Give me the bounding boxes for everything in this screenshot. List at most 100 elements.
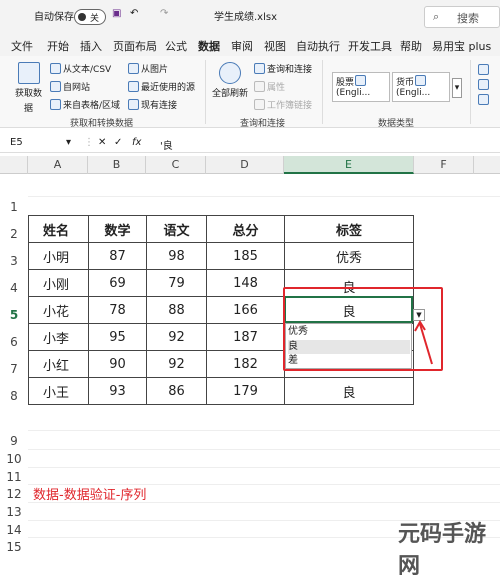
workbook-links-button[interactable]: 工作簿链接 bbox=[254, 98, 312, 111]
row-header-4[interactable]: 4 bbox=[0, 281, 28, 295]
row-header-3[interactable]: 3 bbox=[0, 254, 28, 268]
select-all-corner[interactable] bbox=[0, 156, 28, 174]
row-header-13[interactable]: 13 bbox=[0, 505, 28, 519]
currency-data-type[interactable]: 货币 (Engli... bbox=[392, 72, 450, 102]
header-tag[interactable]: 标签 bbox=[285, 216, 413, 242]
toggle-knob bbox=[78, 13, 86, 21]
cell-chinese[interactable]: 88 bbox=[147, 297, 206, 323]
data-type-more-button[interactable]: ▾ bbox=[452, 78, 462, 98]
more-options-icon[interactable]: ⋮ bbox=[84, 137, 94, 148]
column-header-c[interactable]: C bbox=[146, 156, 206, 174]
row-header-14[interactable]: 14 bbox=[0, 523, 28, 537]
cell-name[interactable]: 小明 bbox=[29, 243, 88, 269]
row-header-12[interactable]: 12 bbox=[0, 487, 28, 501]
properties-icon bbox=[254, 81, 265, 92]
cell-tag[interactable]: 良 bbox=[285, 378, 413, 404]
column-header-a[interactable]: A bbox=[28, 156, 88, 174]
menu-view[interactable]: 视图 bbox=[264, 38, 286, 54]
cell-total[interactable]: 187 bbox=[207, 324, 284, 350]
function-icon[interactable]: fx bbox=[132, 137, 141, 148]
row-header-7[interactable]: 7 bbox=[0, 362, 28, 376]
workbook-links-label: 工作簿链接 bbox=[267, 101, 313, 111]
cell-total[interactable]: 182 bbox=[207, 351, 284, 377]
recent-sources-button[interactable]: 最近使用的源 bbox=[128, 80, 195, 93]
existing-connections-button[interactable]: 现有连接 bbox=[128, 98, 177, 111]
from-picture-button[interactable]: 从图片 bbox=[128, 62, 168, 75]
column-header-b[interactable]: B bbox=[88, 156, 146, 174]
cell-total[interactable]: 179 bbox=[207, 378, 284, 404]
search-box[interactable]: ⌕ 搜索 bbox=[424, 6, 500, 28]
cell-math[interactable]: 95 bbox=[89, 324, 146, 350]
row-header-10[interactable]: 10 bbox=[0, 452, 28, 466]
cell-math[interactable]: 90 bbox=[89, 351, 146, 377]
connection-icon bbox=[128, 99, 139, 110]
column-header-f[interactable]: F bbox=[414, 156, 474, 174]
row-header-1[interactable]: 1 bbox=[0, 200, 28, 214]
formula-content[interactable]: '良 bbox=[160, 137, 173, 152]
menu-review[interactable]: 审阅 bbox=[231, 38, 253, 54]
cell-name[interactable]: 小李 bbox=[29, 324, 88, 350]
autosave-toggle[interactable]: 关 bbox=[74, 9, 106, 25]
menu-automate[interactable]: 自动执行 bbox=[296, 38, 340, 54]
cell-total[interactable]: 166 bbox=[207, 297, 284, 323]
from-text-button[interactable]: 从文本/CSV bbox=[50, 62, 111, 75]
cell-total[interactable]: 185 bbox=[207, 243, 284, 269]
name-box[interactable]: E5 bbox=[10, 137, 23, 148]
name-box-dropdown-icon[interactable]: ▾ bbox=[66, 137, 71, 148]
column-header-e[interactable]: E bbox=[284, 156, 414, 174]
header-total[interactable]: 总分 bbox=[207, 216, 284, 242]
menu-data[interactable]: 数据 bbox=[198, 38, 220, 58]
from-table-button[interactable]: 来自表格/区域 bbox=[50, 98, 120, 111]
database-icon bbox=[17, 62, 40, 84]
cell-chinese[interactable]: 98 bbox=[147, 243, 206, 269]
row-header-5[interactable]: 5 bbox=[0, 308, 28, 322]
row-header-15[interactable]: 15 bbox=[0, 540, 28, 554]
cell-tag[interactable]: 优秀 bbox=[285, 243, 413, 269]
save-icon[interactable]: ▣ bbox=[112, 8, 121, 19]
queries-connections-button[interactable]: 查询和连接 bbox=[254, 62, 312, 75]
refresh-all-button[interactable]: 全部刷新 bbox=[212, 62, 248, 99]
enter-icon[interactable]: ✓ bbox=[114, 137, 122, 148]
menu-yiyongbao[interactable]: 易用宝 plus bbox=[432, 38, 491, 54]
redo-icon[interactable]: ↷ bbox=[160, 8, 168, 19]
cell-math[interactable]: 93 bbox=[89, 378, 146, 404]
cell-chinese[interactable]: 92 bbox=[147, 351, 206, 377]
menu-developer[interactable]: 开发工具 bbox=[348, 38, 392, 54]
row-header-2[interactable]: 2 bbox=[0, 227, 28, 241]
row-header-6[interactable]: 6 bbox=[0, 335, 28, 349]
column-headers: A B C D E F bbox=[0, 156, 500, 174]
from-web-button[interactable]: 自网站 bbox=[50, 80, 90, 93]
sort-filter-tools[interactable] bbox=[478, 64, 489, 105]
cancel-icon[interactable]: ✕ bbox=[98, 137, 106, 148]
properties-button[interactable]: 属性 bbox=[254, 80, 285, 93]
cell-name[interactable]: 小红 bbox=[29, 351, 88, 377]
row-header-8[interactable]: 8 bbox=[0, 389, 28, 403]
header-name[interactable]: 姓名 bbox=[29, 216, 88, 242]
cell-math[interactable]: 78 bbox=[89, 297, 146, 323]
cell-total[interactable]: 148 bbox=[207, 270, 284, 296]
menu-file[interactable]: 文件 bbox=[11, 38, 33, 54]
cell-chinese[interactable]: 79 bbox=[147, 270, 206, 296]
menu-help[interactable]: 帮助 bbox=[400, 38, 422, 54]
row-header-9[interactable]: 9 bbox=[0, 434, 28, 448]
cell-math[interactable]: 87 bbox=[89, 243, 146, 269]
menu-home[interactable]: 开始 bbox=[47, 38, 69, 54]
row-header-11[interactable]: 11 bbox=[0, 470, 28, 484]
cell-chinese[interactable]: 92 bbox=[147, 324, 206, 350]
refresh-icon bbox=[219, 62, 241, 84]
header-chinese[interactable]: 语文 bbox=[147, 216, 206, 242]
header-math[interactable]: 数学 bbox=[89, 216, 146, 242]
undo-icon[interactable]: ↶ bbox=[130, 8, 138, 19]
stocks-data-type[interactable]: 股票 (Engli... bbox=[332, 72, 390, 102]
cell-chinese[interactable]: 86 bbox=[147, 378, 206, 404]
menu-formulas[interactable]: 公式 bbox=[165, 38, 187, 54]
cell-math[interactable]: 69 bbox=[89, 270, 146, 296]
get-data-button[interactable]: 获取数 据 bbox=[15, 62, 42, 114]
cell-name[interactable]: 小刚 bbox=[29, 270, 88, 296]
from-table-label: 来自表格/区域 bbox=[63, 101, 121, 111]
cell-name[interactable]: 小王 bbox=[29, 378, 88, 404]
menu-page-layout[interactable]: 页面布局 bbox=[113, 38, 157, 54]
menu-insert[interactable]: 插入 bbox=[80, 38, 102, 54]
column-header-d[interactable]: D bbox=[206, 156, 284, 174]
cell-name[interactable]: 小花 bbox=[29, 297, 88, 323]
